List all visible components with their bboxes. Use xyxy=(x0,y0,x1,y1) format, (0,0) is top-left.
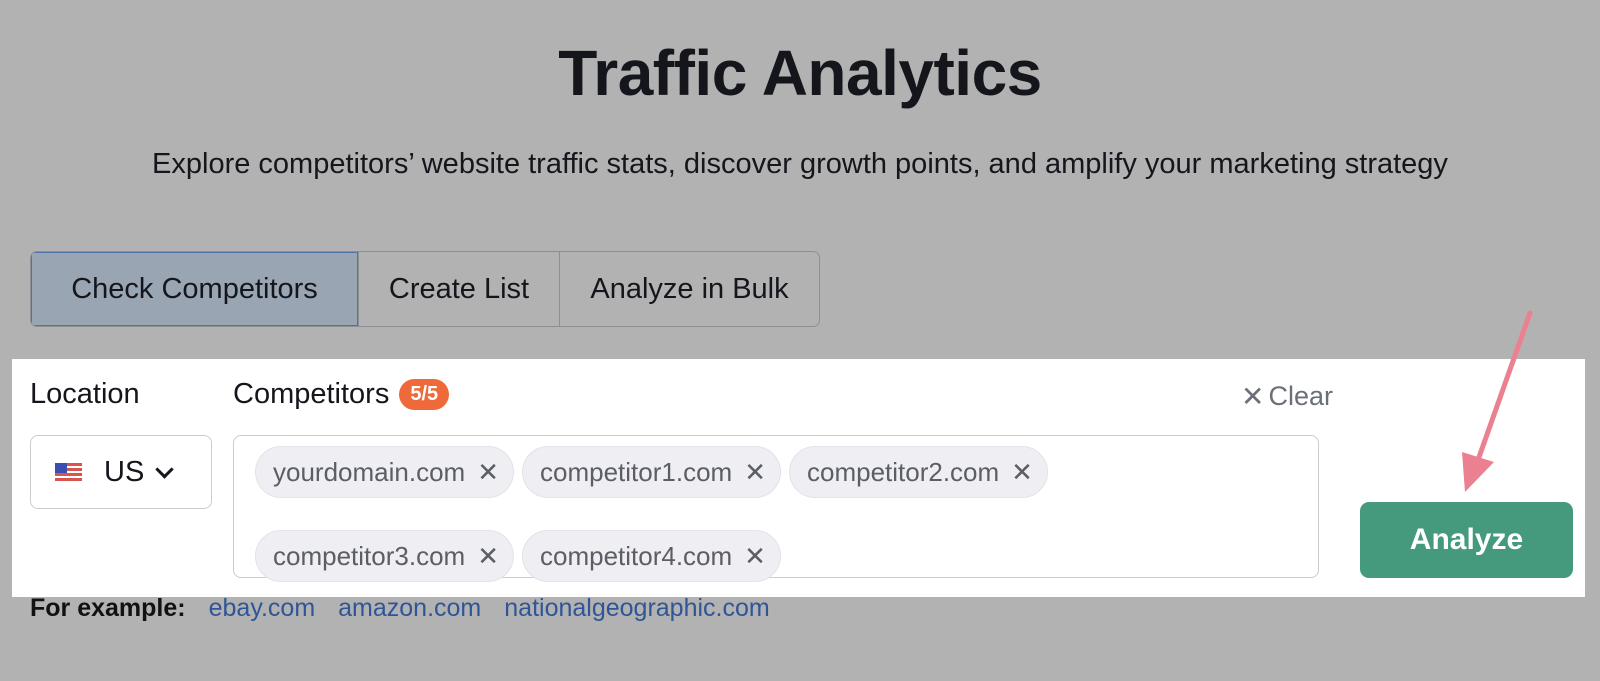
example-link-nationalgeographic[interactable]: nationalgeographic.com xyxy=(504,594,769,623)
location-value: US xyxy=(104,455,145,488)
chip-label: yourdomain.com xyxy=(273,456,466,487)
chip-label: competitor4.com xyxy=(539,540,733,571)
domain-chip: competitor1.com ✕ xyxy=(522,446,781,498)
remove-chip-icon[interactable]: ✕ xyxy=(744,541,766,572)
us-flag-icon xyxy=(55,462,82,482)
page-subtitle: Explore competitors’ website traffic sta… xyxy=(152,148,1448,180)
example-link-ebay[interactable]: ebay.com xyxy=(209,594,316,623)
chip-label: competitor2.com xyxy=(806,456,1000,487)
domain-chip: competitor2.com ✕ xyxy=(788,446,1048,498)
analyze-button[interactable]: Analyze xyxy=(1360,502,1573,578)
location-select[interactable]: US xyxy=(30,435,212,509)
examples-label: For example: xyxy=(30,594,186,622)
remove-chip-icon[interactable]: ✕ xyxy=(744,457,766,488)
competitors-input[interactable]: yourdomain.com ✕ competitor1.com ✕ compe… xyxy=(233,435,1319,582)
example-link-amazon[interactable]: amazon.com xyxy=(338,594,481,623)
remove-chip-icon[interactable]: ✕ xyxy=(1011,457,1033,488)
tab-check-competitors[interactable]: Check Competitors xyxy=(31,252,359,326)
remove-chip-icon[interactable]: ✕ xyxy=(477,541,499,572)
tab-analyze-in-bulk[interactable]: Analyze in Bulk xyxy=(560,252,819,326)
competitors-label-group: Competitors 5/5 xyxy=(233,378,450,411)
examples-row: For example: ebay.com amazon.com nationa… xyxy=(30,594,793,623)
tab-create-list[interactable]: Create List xyxy=(359,252,560,326)
domain-chip: competitor4.com ✕ xyxy=(521,530,781,582)
clear-label: Clear xyxy=(1268,381,1333,411)
chip-label: competitor3.com xyxy=(273,540,466,571)
competitors-count-badge: 5/5 xyxy=(399,379,450,410)
remove-chip-icon[interactable]: ✕ xyxy=(477,457,499,488)
chevron-down-icon xyxy=(155,459,174,479)
location-label: Location xyxy=(30,378,140,410)
search-panel: Location Competitors 5/5 ✕ Clear US your… xyxy=(12,359,1585,597)
chip-label: competitor1.com xyxy=(540,456,733,487)
domain-chip: yourdomain.com ✕ xyxy=(255,446,514,498)
mode-tabs: Check Competitors Create List Analyze in… xyxy=(30,251,820,327)
competitors-label: Competitors xyxy=(233,378,390,410)
domain-chip: competitor3.com ✕ xyxy=(255,530,514,582)
close-icon: ✕ xyxy=(1241,381,1265,412)
page-title: Traffic Analytics xyxy=(558,37,1042,109)
clear-button[interactable]: ✕ Clear xyxy=(1241,380,1333,413)
